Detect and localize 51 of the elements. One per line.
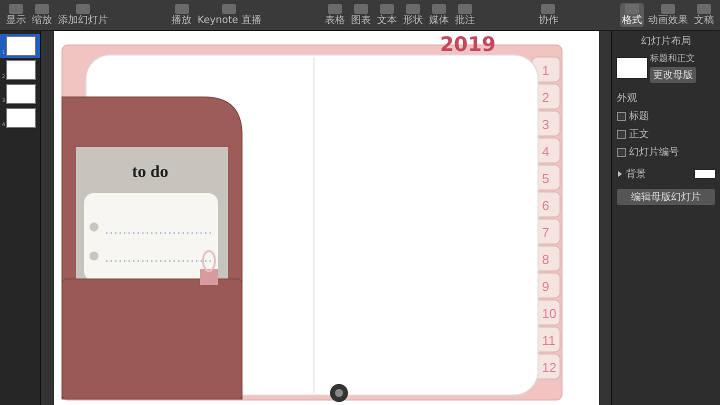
- month-tab-number: 7: [542, 225, 549, 240]
- change-master-button[interactable]: 更改母版: [650, 67, 696, 83]
- month-tab-number: 4: [542, 144, 549, 159]
- month-tab-number: 5: [542, 171, 549, 186]
- slide-thumbnail: [6, 84, 36, 104]
- layout-name: 标题和正文: [650, 52, 696, 65]
- bullet-dot: [89, 252, 98, 260]
- toolbar-button[interactable]: 图表: [348, 3, 373, 27]
- month-tab-number: 10: [542, 306, 556, 321]
- month-tab-number: 11: [542, 333, 555, 348]
- month-tab-number: 1: [542, 63, 549, 78]
- toolbar-button[interactable]: 形状: [400, 3, 425, 27]
- checkbox[interactable]: [617, 130, 626, 138]
- toolbar-button[interactable]: 协作: [536, 3, 560, 27]
- toolbar-button[interactable]: 批注: [452, 3, 477, 27]
- background-label: 背景: [626, 168, 646, 181]
- slide-thumbnail: [6, 36, 36, 56]
- month-tab-number: 3: [542, 117, 549, 132]
- slide-thumbnail: [6, 60, 36, 80]
- toolbar-button[interactable]: 缩放: [30, 3, 54, 27]
- checkbox-label: 标题: [629, 110, 649, 123]
- toolbar-button[interactable]: 媒体: [426, 3, 451, 27]
- toolbar-button[interactable]: 动画效果: [646, 3, 690, 27]
- toolbar-button[interactable]: 表格: [322, 3, 347, 27]
- toolbar-button[interactable]: Keynote 直播: [196, 3, 264, 27]
- month-tab-number: 12: [542, 360, 556, 375]
- edit-master-button[interactable]: 编辑母版幻灯片: [617, 189, 715, 205]
- toolbar-button[interactable]: 格式: [620, 3, 644, 27]
- section-label: 外观: [617, 92, 638, 105]
- binder-clip-icon: [200, 250, 218, 285]
- checkbox-label: 正文: [629, 128, 649, 141]
- toolbar-button[interactable]: 文稿: [692, 3, 716, 27]
- disclosure-icon[interactable]: [617, 171, 623, 177]
- bullet-dot: [89, 222, 98, 232]
- toolbar-button[interactable]: 文本: [374, 3, 399, 27]
- month-tab-number: 8: [542, 252, 549, 267]
- panel-title: 幻灯片布局: [640, 34, 692, 48]
- year-title: 2019: [440, 32, 496, 56]
- checkbox-label: 幻灯片编号: [629, 146, 679, 159]
- slide-thumbnail: [6, 108, 36, 128]
- month-tab-number: 2: [542, 90, 549, 105]
- checkbox[interactable]: [617, 148, 626, 156]
- note-card-title: to do: [132, 162, 168, 181]
- month-tab-number: 9: [542, 279, 549, 294]
- month-tab-number: 6: [542, 198, 549, 213]
- layout-thumbnail[interactable]: [617, 58, 647, 78]
- checkbox[interactable]: [617, 112, 626, 120]
- color-swatch[interactable]: [695, 170, 715, 178]
- toolbar-button[interactable]: 显示: [4, 3, 28, 27]
- toolbar-button[interactable]: 添加幻灯片: [56, 3, 110, 27]
- toolbar-button[interactable]: 播放: [170, 3, 194, 27]
